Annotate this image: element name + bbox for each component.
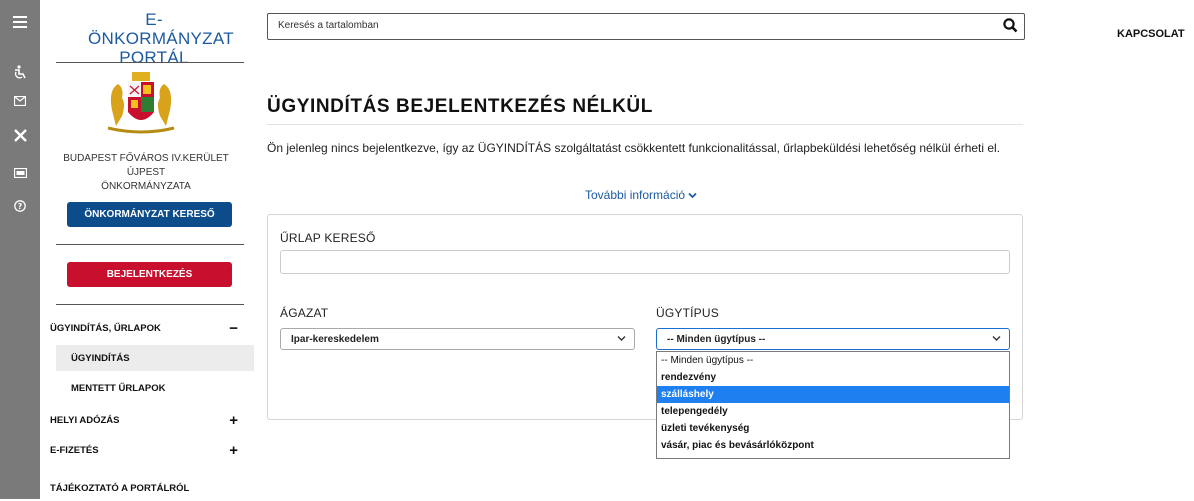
- org-line2: ÖNKORMÁNYZATA: [101, 181, 191, 192]
- chevron-down-icon: [617, 336, 626, 341]
- login-button[interactable]: BEJELENTKEZÉS: [67, 262, 232, 287]
- brand-line1: E-ÖNKORMÁNYZAT: [88, 10, 234, 48]
- sidebar-item-tajekoztato[interactable]: TÁJÉKOZTATÓ A PORTÁLRÓL: [50, 475, 254, 501]
- sidebar: E-ÖNKORMÁNYZAT PORTÁL BUDAPEST FŐVÁROS I…: [40, 0, 258, 499]
- casetype-select-value: -- Minden ügytípus --: [667, 333, 766, 345]
- menu-icon[interactable]: [0, 10, 40, 34]
- divider: [56, 244, 244, 245]
- sector-select[interactable]: Ipar-kereskedelem: [280, 328, 635, 350]
- sidebar-item-label: ÜGYINDÍTÁS: [71, 352, 130, 364]
- sidebar-item-label: ÜGYINDÍTÁS, ŰRLAPOK: [50, 322, 161, 334]
- help-icon[interactable]: ?: [0, 194, 40, 218]
- form-search-input[interactable]: [280, 250, 1010, 274]
- dropdown-option-highlighted[interactable]: szálláshely: [657, 386, 1009, 403]
- sidebar-item-ugyinditas-urlapok[interactable]: ÜGYINDÍTÁS, ŰRLAPOK −: [50, 315, 254, 341]
- casetype-label: ÜGYTÍPUS: [656, 306, 719, 320]
- tools-icon[interactable]: [0, 123, 40, 147]
- id-card-icon[interactable]: [0, 161, 40, 185]
- sector-select-value: Ipar-kereskedelem: [291, 333, 379, 345]
- sidebar-item-label: TÁJÉKOZTATÓ A PORTÁLRÓL: [50, 482, 190, 494]
- municipality-name: BUDAPEST FŐVÁROS IV.KERÜLET ÚJPEST ÖNKOR…: [46, 152, 246, 194]
- sidebar-item-ugyinditas[interactable]: ÜGYINDÍTÁS: [56, 345, 254, 371]
- chevron-down-icon: [688, 192, 698, 199]
- casetype-dropdown-list: -- Minden ügytípus -- rendezvény szállás…: [656, 351, 1010, 459]
- divider: [56, 304, 244, 305]
- dropdown-option[interactable]: telepengedély: [657, 403, 1009, 420]
- dropdown-option[interactable]: -- Minden ügytípus --: [657, 352, 1009, 369]
- search-icon[interactable]: [1003, 18, 1018, 38]
- svg-text:?: ?: [18, 202, 23, 211]
- sidebar-item-label: HELYI ADÓZÁS: [50, 414, 120, 426]
- not-logged-in-notice: Ön jelenleg nincs bejelentkezve, így az …: [267, 141, 1001, 155]
- sidebar-item-mentett-urlapok[interactable]: MENTETT ŰRLAPOK: [56, 375, 260, 401]
- sidebar-item-e-fizetes[interactable]: E-FIZETÉS +: [50, 437, 254, 463]
- content-search-box: [267, 13, 1025, 40]
- dropdown-option[interactable]: rendezvény: [657, 369, 1009, 386]
- mail-icon[interactable]: [0, 89, 40, 113]
- sector-label: ÁGAZAT: [280, 306, 329, 320]
- more-info-link[interactable]: További információ: [585, 188, 698, 202]
- casetype-select[interactable]: -- Minden ügytípus --: [656, 328, 1010, 350]
- page-title: ÜGYINDÍTÁS BEJELENTKEZÉS NÉLKÜL: [267, 96, 653, 117]
- portal-logo[interactable]: E-ÖNKORMÁNYZAT PORTÁL: [88, 10, 234, 67]
- contact-link[interactable]: KAPCSOLAT: [1117, 28, 1185, 40]
- more-info-label: További információ: [585, 188, 686, 202]
- sidebar-item-label: MENTETT ŰRLAPOK: [71, 382, 166, 394]
- brand-line2: PORTÁL: [119, 48, 189, 67]
- divider: [267, 124, 1023, 125]
- search-input[interactable]: [278, 20, 978, 31]
- form-search-label: ŰRLAP KERESŐ: [280, 231, 376, 245]
- divider: [56, 62, 244, 63]
- expand-icon[interactable]: +: [229, 442, 238, 459]
- municipality-search-button[interactable]: ÖNKORMÁNYZAT KERESŐ: [67, 202, 232, 227]
- sidebar-item-helyi-adozas[interactable]: HELYI ADÓZÁS +: [50, 407, 254, 433]
- icon-rail: ?: [0, 0, 40, 499]
- sidebar-item-label: E-FIZETÉS: [50, 444, 99, 456]
- expand-icon[interactable]: +: [229, 412, 238, 429]
- collapse-icon[interactable]: −: [229, 320, 238, 337]
- chevron-down-icon: [992, 336, 1001, 341]
- dropdown-option[interactable]: vásár, piac és bevásárlóközpont: [657, 437, 1009, 454]
- org-line1: BUDAPEST FŐVÁROS IV.KERÜLET ÚJPEST: [63, 153, 229, 178]
- dropdown-option[interactable]: üzleti tevékenység: [657, 420, 1009, 437]
- accessibility-icon[interactable]: [0, 60, 40, 84]
- coat-of-arms-image: [102, 70, 180, 136]
